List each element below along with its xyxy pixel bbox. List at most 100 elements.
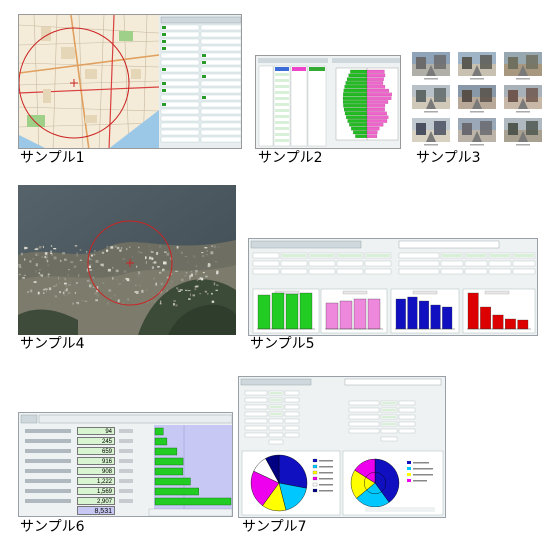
sample5-bar [285,293,299,330]
pyramid-bar-right [366,126,380,131]
sample6-row-percent [119,459,133,463]
sample6-row-value: 1,222 [77,477,115,485]
pyramid-bar-left [345,81,368,85]
sample5-bar [353,298,367,330]
pyramid-bar-right [366,119,388,123]
sample6-row-label [25,439,71,443]
pyramid-bar-right [366,88,389,93]
pyramid-bar-right [366,92,392,97]
sample6-row-value: 1,569 [77,487,115,495]
pyramid-bar-right [366,85,386,89]
sample6-bar [154,487,199,496]
pyramid-bar-left [349,123,368,127]
sample6-bar [154,467,184,476]
pyramid-bar-left [343,104,368,108]
sample5-bar [339,300,353,330]
sample5-bar [442,306,453,330]
sample6-row-label [25,489,71,493]
sample7-thumbnail[interactable] [238,376,446,518]
sample5-bar [271,292,285,330]
pyramid-bar-left [342,100,368,104]
sample6-row-percent [119,489,133,493]
pyramid-bar-left [353,130,368,135]
photo-thumbnail [412,118,450,146]
pyramid-bar-left [346,115,368,119]
sample5-bar [395,298,406,330]
sample6-row-label [25,479,71,483]
pyramid-bar-left [342,96,368,100]
sample2-caption: サンプル2 [258,150,323,166]
sample4-thumbnail[interactable] [18,185,236,335]
pyramid-bar-left [343,88,368,93]
pyramid-bar-left [350,69,368,74]
photo-thumbnail [504,118,542,146]
sample5-bar [480,306,491,330]
sample5-bar [325,302,339,330]
photo-thumbnail [504,52,542,80]
sample5-bar [505,318,516,330]
sample6-caption: サンプル6 [20,519,85,535]
pyramid-bar-left [351,126,368,131]
photo-thumbnail [458,52,496,80]
sample6-row-value: 908 [77,467,115,475]
sample3-photo-grid [410,50,545,150]
sample5-bar [367,298,381,330]
pyramid-bar-left [346,77,368,81]
pyramid-bar-left [343,107,368,112]
pyramid-bar-right [366,104,386,108]
pyramid-bar-right [366,96,392,100]
sample6-bar [154,447,178,456]
pyramid-bar-right [366,73,386,78]
sample2-thumbnail[interactable] [255,55,401,149]
pyramid-bar-right [366,100,389,104]
pyramid-bar-left [348,73,368,78]
sample6-row-percent [119,469,133,473]
sample1-thumbnail[interactable] [18,14,242,149]
sample6-row-percent [119,479,133,483]
pyramid-bar-left [347,119,368,123]
sample6-row-value: 245 [77,437,115,445]
sample6-row-label [25,499,71,503]
sample6-row-label [25,429,71,433]
pyramid-bar-right [366,115,389,119]
sample1-caption: サンプル1 [20,150,85,166]
photo-thumbnail [458,118,496,146]
pyramid-bar-right [366,69,385,74]
sample5-panel-image [249,239,537,335]
sample6-row-percent [119,439,133,443]
sample6-row-label [25,449,71,453]
pyramid-bar-left [355,134,368,138]
sample4-caption: サンプル4 [20,336,85,352]
sample5-bar [430,304,441,330]
sample3-thumbnail[interactable] [410,50,545,150]
sample3-caption: サンプル3 [416,150,481,166]
pyramid-bar-right [366,123,384,127]
sample6-row-value: 94 [77,427,115,435]
sample5-thumbnail[interactable] [248,238,538,336]
sample6-row-percent [119,449,133,453]
sample6-row-value: 2,907 [77,497,115,505]
sample6-row-percent [119,429,133,433]
pyramid-bar-right [366,134,378,138]
pyramid-bar-right [366,81,384,85]
sample5-bar [467,292,479,330]
sample1-map-image [19,15,241,148]
photo-thumbnail [504,85,542,113]
sample5-bar [517,319,529,330]
sample6-bar [154,437,168,446]
pyramid-bar-right [366,107,385,112]
sample6-bar [154,457,184,466]
sample6-thumbnail[interactable]: 94 245 659 916 908 1,222 1,569 2,907 8,531 [18,412,233,517]
sample6-row-value: 916 [77,457,115,465]
sample6-row-label [25,459,71,463]
sample5-caption: サンプル5 [250,336,315,352]
sample7-panel-image [239,377,445,517]
pyramid-bar-right [366,130,378,135]
pyramid-bar-left [343,92,368,97]
sample6-row-value: 659 [77,447,115,455]
sample6-bar [154,497,232,506]
sample5-bar [407,296,418,330]
sample7-caption: サンプル7 [242,519,307,535]
photo-thumbnail [412,85,450,113]
photo-thumbnail [458,85,496,113]
